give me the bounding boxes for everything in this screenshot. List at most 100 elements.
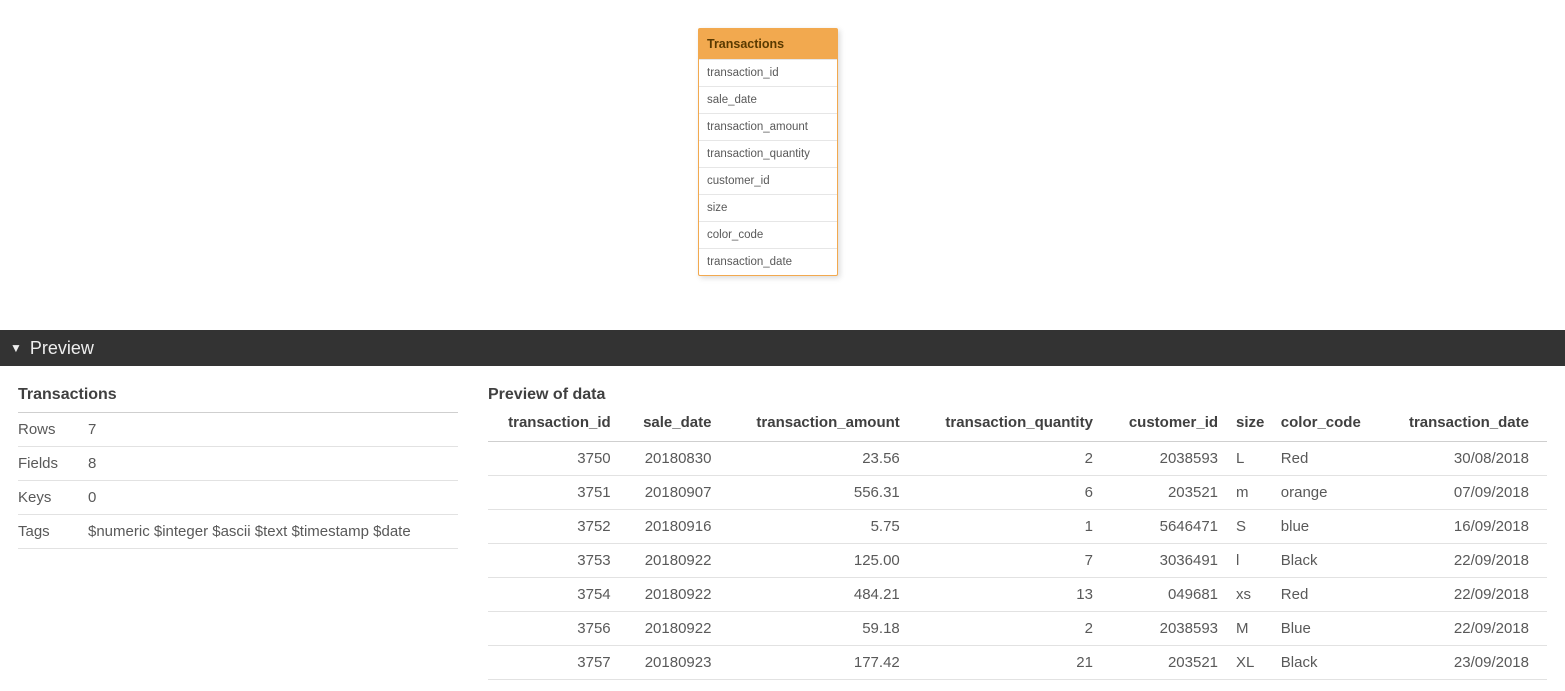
table-cell: 2 (918, 442, 1111, 476)
table-card-field[interactable]: color_code (699, 221, 837, 248)
table-cell: 23.56 (729, 442, 917, 476)
column-header[interactable]: sale_date (629, 408, 730, 442)
table-cell: 20180922 (629, 544, 730, 578)
table-card-field[interactable]: size (699, 194, 837, 221)
table-cell: 3036491 (1111, 544, 1236, 578)
column-header[interactable]: customer_id (1111, 408, 1236, 442)
table-cell: 177.42 (729, 646, 917, 680)
table-cell: 23/09/2018 (1386, 646, 1547, 680)
table-cell: 3756 (488, 612, 629, 646)
table-cell: 59.18 (729, 612, 917, 646)
table-cell: 20180830 (629, 442, 730, 476)
metadata-row-fields: Fields 8 (18, 447, 458, 481)
metadata-title: Transactions (18, 386, 458, 413)
table-cell: 2 (918, 612, 1111, 646)
data-preview-table: transaction_idsale_datetransaction_amoun… (488, 408, 1547, 680)
table-row[interactable]: 37562018092259.1822038593MBlue22/09/2018 (488, 612, 1547, 646)
table-cell: 22/09/2018 (1386, 578, 1547, 612)
metadata-label: Rows (18, 421, 88, 438)
table-cell: 3752 (488, 510, 629, 544)
preview-panel-header[interactable]: ▼ Preview (0, 330, 1565, 366)
column-header[interactable]: size (1236, 408, 1281, 442)
metadata-value: 8 (88, 455, 458, 472)
table-cell: S (1236, 510, 1281, 544)
table-cell: L (1236, 442, 1281, 476)
table-card-field[interactable]: transaction_amount (699, 113, 837, 140)
table-cell: 7 (918, 544, 1111, 578)
table-cell: 3754 (488, 578, 629, 612)
table-card-field[interactable]: transaction_date (699, 248, 837, 275)
table-card-transactions[interactable]: Transactions transaction_idsale_datetran… (698, 28, 838, 276)
table-cell: M (1236, 612, 1281, 646)
metadata-label: Keys (18, 489, 88, 506)
preview-panel-body: Transactions Rows 7 Fields 8 Keys 0 Tags… (0, 366, 1565, 690)
table-cell: 2038593 (1111, 442, 1236, 476)
metadata-row-rows: Rows 7 (18, 413, 458, 447)
table-cell: 1 (918, 510, 1111, 544)
metadata-label: Tags (18, 523, 88, 540)
table-cell: 22/09/2018 (1386, 612, 1547, 646)
collapse-toggle-icon[interactable]: ▼ (10, 341, 22, 355)
table-cell: 049681 (1111, 578, 1236, 612)
table-cell: 203521 (1111, 476, 1236, 510)
column-header[interactable]: transaction_amount (729, 408, 917, 442)
table-cell: 3751 (488, 476, 629, 510)
column-header[interactable]: transaction_quantity (918, 408, 1111, 442)
table-cell: 07/09/2018 (1386, 476, 1547, 510)
table-cell: 125.00 (729, 544, 917, 578)
table-cell: 203521 (1111, 646, 1236, 680)
table-cell: Black (1281, 544, 1386, 578)
table-cell: 20180907 (629, 476, 730, 510)
table-row[interactable]: 375120180907556.316203521morange07/09/20… (488, 476, 1547, 510)
table-cell: 2038593 (1111, 612, 1236, 646)
data-preview: Preview of data transaction_idsale_datet… (488, 386, 1547, 680)
column-header[interactable]: color_code (1281, 408, 1386, 442)
table-card-title: Transactions (699, 29, 837, 59)
table-cell: 13 (918, 578, 1111, 612)
table-row[interactable]: 375720180923177.4221203521XLBlack23/09/2… (488, 646, 1547, 680)
table-cell: 30/08/2018 (1386, 442, 1547, 476)
table-row[interactable]: 37502018083023.5622038593LRed30/08/2018 (488, 442, 1547, 476)
table-cell: Red (1281, 442, 1386, 476)
table-cell: Blue (1281, 612, 1386, 646)
table-card-field[interactable]: customer_id (699, 167, 837, 194)
table-card-field[interactable]: transaction_quantity (699, 140, 837, 167)
table-cell: 6 (918, 476, 1111, 510)
metadata-value: 0 (88, 489, 458, 506)
data-preview-title: Preview of data (488, 386, 1547, 408)
table-cell: 556.31 (729, 476, 917, 510)
metadata-value: $numeric $integer $ascii $text $timestam… (88, 523, 458, 540)
table-cell: m (1236, 476, 1281, 510)
table-card-field[interactable]: transaction_id (699, 59, 837, 86)
table-cell: orange (1281, 476, 1386, 510)
column-header[interactable]: transaction_id (488, 408, 629, 442)
table-cell: xs (1236, 578, 1281, 612)
preview-panel-title: Preview (30, 338, 94, 359)
table-cell: 5646471 (1111, 510, 1236, 544)
model-canvas[interactable]: Transactions transaction_idsale_datetran… (0, 0, 1565, 330)
metadata-label: Fields (18, 455, 88, 472)
table-card-field[interactable]: sale_date (699, 86, 837, 113)
table-cell: 5.75 (729, 510, 917, 544)
table-cell: 3757 (488, 646, 629, 680)
metadata-row-tags: Tags $numeric $integer $ascii $text $tim… (18, 515, 458, 549)
table-cell: blue (1281, 510, 1386, 544)
table-card-field-list: transaction_idsale_datetransaction_amoun… (699, 59, 837, 275)
table-cell: 20180922 (629, 612, 730, 646)
table-cell: 22/09/2018 (1386, 544, 1547, 578)
table-cell: 3750 (488, 442, 629, 476)
table-cell: 21 (918, 646, 1111, 680)
table-row[interactable]: 3752201809165.7515646471Sblue16/09/2018 (488, 510, 1547, 544)
table-row[interactable]: 375320180922125.0073036491lBlack22/09/20… (488, 544, 1547, 578)
table-cell: 3753 (488, 544, 629, 578)
table-cell: l (1236, 544, 1281, 578)
metadata-value: 7 (88, 421, 458, 438)
table-cell: 484.21 (729, 578, 917, 612)
column-header[interactable]: transaction_date (1386, 408, 1547, 442)
metadata-row-keys: Keys 0 (18, 481, 458, 515)
table-metadata: Transactions Rows 7 Fields 8 Keys 0 Tags… (18, 386, 458, 680)
table-header-row: transaction_idsale_datetransaction_amoun… (488, 408, 1547, 442)
table-cell: XL (1236, 646, 1281, 680)
table-row[interactable]: 375420180922484.2113049681xsRed22/09/201… (488, 578, 1547, 612)
table-cell: 16/09/2018 (1386, 510, 1547, 544)
